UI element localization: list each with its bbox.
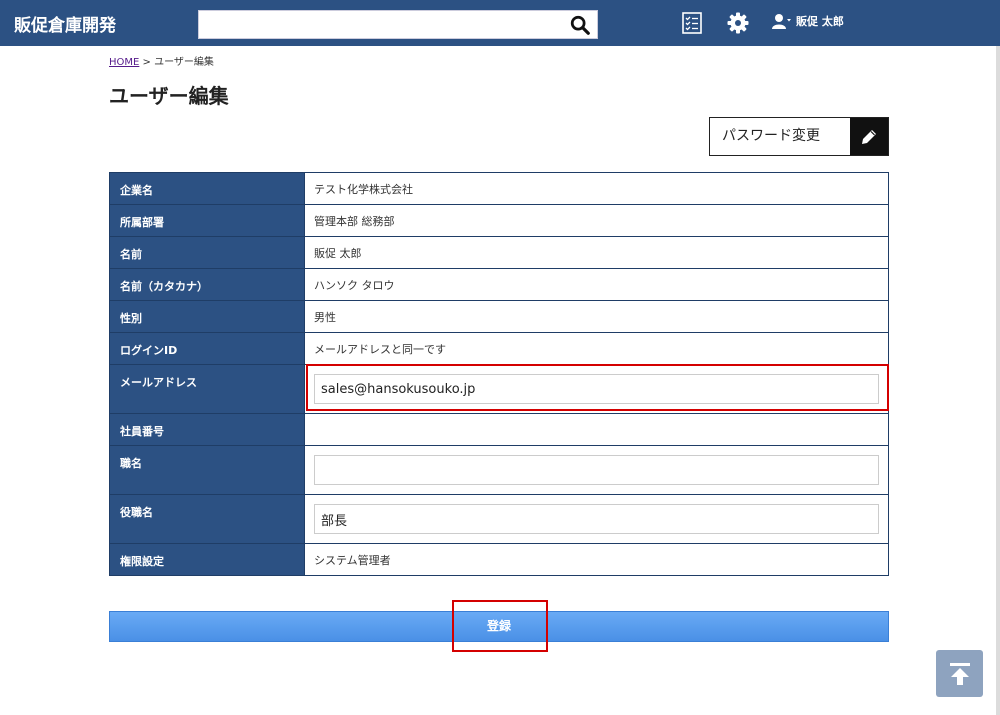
value-department: 管理本部 総務部 <box>304 204 889 237</box>
job-title-field[interactable] <box>314 455 879 485</box>
change-password-button[interactable]: パスワード変更 <box>709 117 889 156</box>
form-row-permission: 権限設定 システム管理者 <box>109 543 889 576</box>
form-row-email: メールアドレス <box>109 364 889 414</box>
form-row-login-id: ログインID メールアドレスと同一です <box>109 332 889 365</box>
user-form-table: 企業名 テスト化学株式会社 所属部署 管理本部 総務部 名前 販促 太郎 名前（… <box>109 172 889 576</box>
position-cell <box>304 494 889 544</box>
form-row-job-title: 職名 <box>109 445 889 495</box>
breadcrumb: HOME > ユーザー編集 <box>109 53 214 68</box>
position-field[interactable] <box>314 504 879 534</box>
page-title: ユーザー編集 <box>109 84 229 108</box>
user-menu[interactable]: 販促 太郎 <box>772 13 844 29</box>
pencil-icon <box>862 129 876 144</box>
value-name-kana: ハンソク タロウ <box>304 268 889 301</box>
form-row-department: 所属部署 管理本部 総務部 <box>109 204 889 237</box>
value-name: 販促 太郎 <box>304 236 889 269</box>
label-permission: 権限設定 <box>109 543 305 576</box>
value-login-id: メールアドレスと同一です <box>304 332 889 365</box>
label-company: 企業名 <box>109 172 305 205</box>
form-row-name: 名前 販促 太郎 <box>109 236 889 269</box>
change-password-label: パスワード変更 <box>722 128 820 144</box>
label-department: 所属部署 <box>109 204 305 237</box>
back-to-top-button[interactable] <box>936 650 983 697</box>
form-row-gender: 性別 男性 <box>109 300 889 333</box>
email-field[interactable] <box>314 374 879 404</box>
pencil-icon-box <box>850 118 888 155</box>
search-input[interactable] <box>199 11 559 38</box>
breadcrumb-separator: > <box>139 57 155 68</box>
window-edge <box>996 46 1000 715</box>
email-cell <box>304 364 889 414</box>
label-gender: 性別 <box>109 300 305 333</box>
value-company: テスト化学株式会社 <box>304 172 889 205</box>
app-header: 販促倉庫開発 販促 太郎 <box>0 0 1000 46</box>
form-row-employee-number: 社員番号 <box>109 413 889 446</box>
label-name-kana: 名前（カタカナ） <box>109 268 305 301</box>
user-icon <box>772 14 791 29</box>
label-job-title: 職名 <box>109 445 305 495</box>
value-employee-number <box>304 413 889 446</box>
brand-logo[interactable]: 販促倉庫開発 <box>14 11 116 36</box>
form-row-position: 役職名 <box>109 494 889 544</box>
value-gender: 男性 <box>304 300 889 333</box>
label-login-id: ログインID <box>109 332 305 365</box>
label-position: 役職名 <box>109 494 305 544</box>
search-icon[interactable] <box>569 14 591 36</box>
label-email: メールアドレス <box>109 364 305 414</box>
form-row-company: 企業名 テスト化学株式会社 <box>109 172 889 205</box>
gear-icon[interactable] <box>726 11 750 35</box>
form-row-name-kana: 名前（カタカナ） ハンソク タロウ <box>109 268 889 301</box>
value-permission: システム管理者 <box>304 543 889 576</box>
job-title-cell <box>304 445 889 495</box>
label-employee-number: 社員番号 <box>109 413 305 446</box>
back-to-top-icon <box>949 662 970 685</box>
breadcrumb-current: ユーザー編集 <box>154 57 214 68</box>
checklist-icon[interactable] <box>680 11 704 35</box>
user-name: 販促 太郎 <box>796 15 844 28</box>
submit-button[interactable]: 登録 <box>109 611 889 642</box>
search-box <box>198 10 598 39</box>
breadcrumb-home-link[interactable]: HOME <box>109 57 139 68</box>
label-name: 名前 <box>109 236 305 269</box>
